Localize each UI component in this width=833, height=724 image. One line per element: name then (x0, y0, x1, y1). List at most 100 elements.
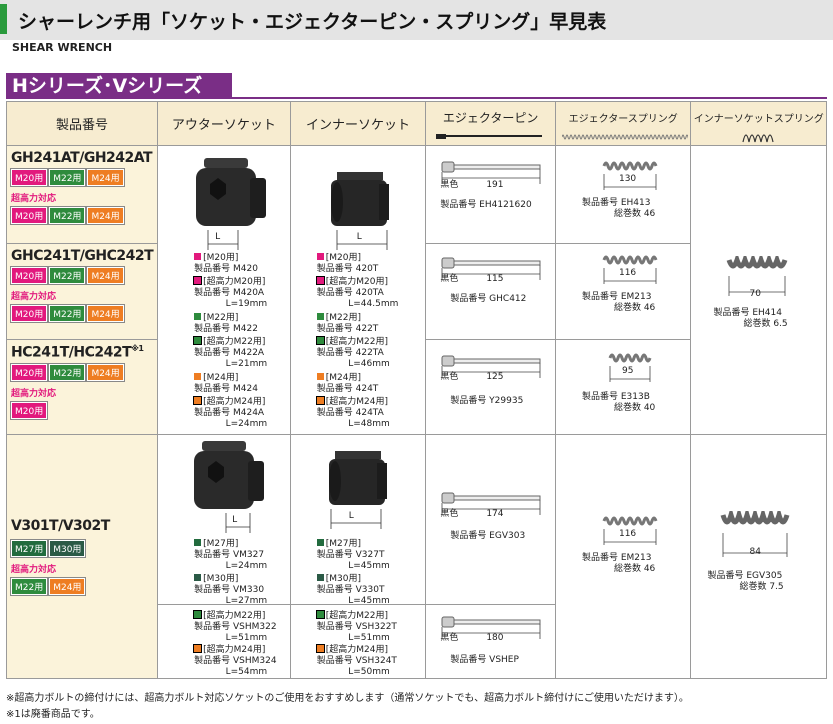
dim-l: L (232, 515, 238, 525)
product-name: GHC241T/GHC242T (11, 248, 154, 264)
tag-m22: M22用 (48, 206, 87, 225)
inner-v-m27: [M27用] 製品番号 V327T L=45mm (316, 539, 390, 572)
tag-m22: M22用 (48, 362, 87, 382)
series-underline (6, 97, 827, 99)
black-label: 黒色 (440, 180, 459, 190)
cat: [M22用] (325, 313, 361, 323)
pin-cell-2: 黒色 115 製品番号 GHC412 (425, 243, 556, 340)
part-no: 製品番号 M420 (194, 264, 258, 274)
black-label: 黒色 (440, 509, 459, 519)
cat: [M22用] (203, 313, 239, 323)
cat: [M27用] (325, 539, 361, 549)
cat: [超高力M24用] (325, 397, 388, 407)
inner-spring-turns: 総巻数 7.5 (739, 582, 784, 592)
header-product-no: 製品番号 (5, 101, 159, 146)
length: L=48mm (348, 419, 390, 429)
color-swatch (194, 539, 202, 546)
outer-socket-h-cell: L [M20用] 製品番号 M420 [超高力M20用] 製品番号 M420A L=… (157, 145, 291, 435)
color-swatch (315, 336, 325, 345)
black-label: 黒色 (440, 274, 459, 284)
cat: [超高力M22用] (325, 611, 388, 621)
part-no: 製品番号 424TA (316, 408, 384, 418)
ejector-spring-icon (561, 134, 688, 140)
spring-part-no: 製品番号 E313B (581, 392, 650, 402)
dim-l: L (348, 511, 354, 521)
spring-turns: 総巻数 40 (613, 403, 656, 413)
color-swatch (315, 276, 325, 285)
pin-length: 115 (486, 274, 504, 284)
inner-socket-image (330, 172, 389, 250)
tag-m20: M20用 (9, 304, 49, 323)
header-outer-socket: アウターソケット (157, 101, 291, 146)
dim-l: L (356, 232, 362, 242)
color-swatch (193, 644, 203, 653)
part-no: 製品番号 M424 (194, 384, 258, 394)
header-ejector-pin-label: エジェクターピン (442, 111, 539, 125)
product-name-text: HC241T/HC242T (11, 344, 132, 361)
outer-h-m22a: [超高力M22用] 製品番号 M422A L=21mm (193, 336, 268, 370)
outer-v2-m24: [超高力M24用] 製品番号 VSHM324 L=54mm (193, 644, 277, 678)
tag-m20: M20用 (9, 168, 49, 187)
color-swatch (316, 574, 324, 581)
series-heading: Hシリーズ･Vシリーズ (6, 73, 827, 99)
tag-m22: M22用 (9, 577, 49, 596)
product-cell-v301t: V301T/V302T M27用 M30用 超高力対応 M22用 M24用 (5, 434, 159, 679)
hi-size-tags: M20用 (9, 400, 153, 420)
part-no: 製品番号 420TA (316, 288, 384, 298)
color-swatch (315, 644, 325, 653)
black-label: 黒色 (440, 633, 459, 643)
length: L=51mm (225, 633, 268, 643)
cat: [超高力M20用] (325, 277, 388, 287)
spring-length: 116 (618, 529, 637, 539)
spring-turns: 総巻数 46 (613, 209, 656, 219)
length: L=51mm (348, 633, 390, 643)
ejector-pin-icon (436, 134, 543, 139)
part-no: 製品番号 420T (316, 264, 379, 274)
pin-part-no: 製品番号 Y29935 (450, 396, 524, 406)
inner-h-m22a: [超高力M22用] 製品番号 422TA L=46mm (315, 336, 390, 370)
part-no: 製品番号 422TA (316, 348, 384, 358)
outer-h-m20: [M20用] 製品番号 M420 (194, 253, 258, 275)
part-no: 製品番号 424T (316, 384, 379, 394)
cat: [超高力M22用] (203, 611, 266, 621)
product-name: HC241T/HC242T※1 (11, 344, 153, 361)
inner-socket-v-cell: L [M27用] 製品番号 V327T L=45mm [M30用] 製品番号 V33… (289, 434, 427, 606)
pin-length: 174 (486, 509, 504, 519)
part-no: 製品番号 VSHM324 (194, 656, 277, 666)
pin-cell-3: 黒色 125 製品番号 Y29935 (425, 339, 556, 435)
cat: [M24用] (325, 373, 361, 383)
size-tags: M20用 M22用 M24用 (9, 168, 153, 187)
tag-m20: M20用 (9, 266, 49, 285)
length: L=24mm (225, 561, 268, 571)
cat: [超高力M24用] (203, 645, 266, 655)
cat: [M24用] (203, 373, 239, 383)
inner-spring-icon (742, 134, 775, 143)
color-swatch (194, 373, 202, 380)
cat: [超高力M20用] (203, 277, 266, 287)
outer-v-m27: [M27用] 製品番号 VM327 L=24mm (194, 539, 267, 572)
hi-strength-label: 超高力対応 (11, 388, 57, 399)
outer-h-m24: [M24用] 製品番号 M424 (194, 373, 258, 395)
outer-v2-m22: [超高力M22用] 製品番号 VSHM322 L=51mm (193, 610, 277, 644)
length: L=24mm (225, 419, 268, 429)
spring-part-no: 製品番号 EM213 (581, 292, 652, 302)
product-cell-hc241t: HC241T/HC242T※1 M20用 M22用 M24用 超高力対応 M20用 (5, 339, 159, 435)
outer-socket-v-cell: L [M27用] 製品番号 VM327 L=24mm [M30用] 製品番号 VM3… (157, 434, 291, 606)
outer-socket-v2-cell: [超高力M22用] 製品番号 VSHM322 L=51mm [超高力M24用] 製品… (157, 604, 291, 679)
header-inner-socket: インナーソケット (289, 101, 427, 146)
inner-v2-m22: [超高力M22用] 製品番号 VSH322T L=51mm (315, 610, 397, 644)
page-subtitle: SHEAR WRENCH (12, 41, 113, 54)
dim-l: L (215, 232, 221, 242)
title-accent (0, 4, 7, 34)
hi-size-tags: M22用 M24用 (9, 577, 153, 596)
inner-h-m20: [M20用] 製品番号 420T (316, 253, 379, 275)
pin-length: 191 (486, 180, 504, 190)
inner-v2-m24: [超高力M24用] 製品番号 VSH324T L=50mm (315, 644, 397, 678)
color-swatch (193, 336, 203, 345)
part-no: 製品番号 M422A (194, 348, 265, 358)
length: L=21mm (225, 359, 268, 369)
color-swatch (316, 253, 324, 260)
inner-spring-part-no: 製品番号 EH414 (713, 308, 782, 318)
inner-socket-v2-cell: [超高力M22用] 製品番号 VSH322T L=51mm [超高力M24用] 製品… (289, 604, 427, 679)
pin-part-no: 製品番号 EGV303 (450, 531, 526, 541)
